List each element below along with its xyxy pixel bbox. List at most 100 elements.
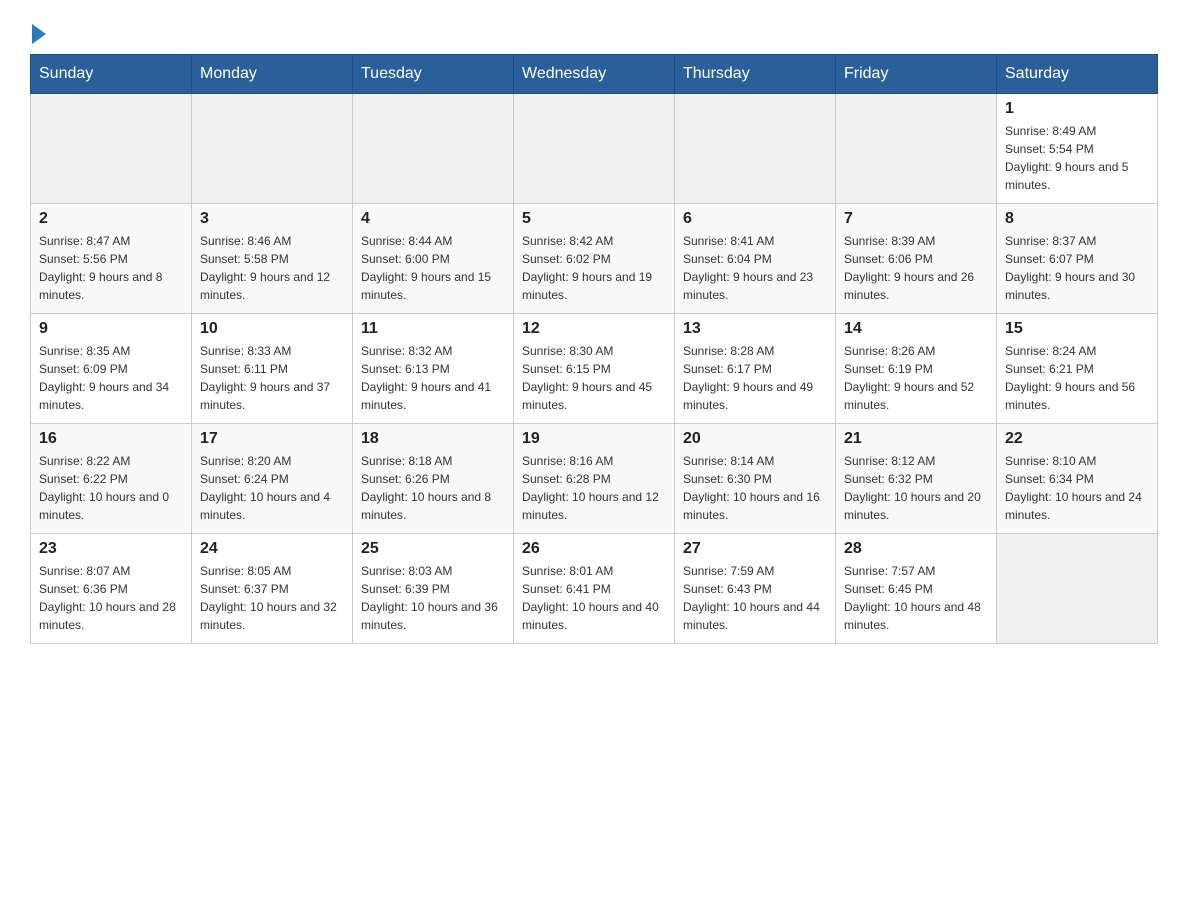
day-number: 2 xyxy=(39,210,183,228)
day-info-text: Daylight: 9 hours and 56 minutes. xyxy=(1005,378,1149,414)
calendar-cell xyxy=(997,534,1158,644)
calendar-cell: 4Sunrise: 8:44 AMSunset: 6:00 PMDaylight… xyxy=(353,204,514,314)
day-number: 12 xyxy=(522,320,666,338)
calendar-header-wednesday: Wednesday xyxy=(514,55,675,94)
day-number: 14 xyxy=(844,320,988,338)
day-number: 17 xyxy=(200,430,344,448)
day-number: 15 xyxy=(1005,320,1149,338)
calendar-cell: 11Sunrise: 8:32 AMSunset: 6:13 PMDayligh… xyxy=(353,314,514,424)
calendar-week-row: 9Sunrise: 8:35 AMSunset: 6:09 PMDaylight… xyxy=(31,314,1158,424)
day-info-text: Sunrise: 8:44 AM xyxy=(361,232,505,250)
day-number: 7 xyxy=(844,210,988,228)
day-number: 24 xyxy=(200,540,344,558)
day-info-text: Sunrise: 8:47 AM xyxy=(39,232,183,250)
calendar-header-row: SundayMondayTuesdayWednesdayThursdayFrid… xyxy=(31,55,1158,94)
calendar-cell: 10Sunrise: 8:33 AMSunset: 6:11 PMDayligh… xyxy=(192,314,353,424)
day-info-text: Sunset: 5:56 PM xyxy=(39,250,183,268)
day-info-text: Daylight: 10 hours and 40 minutes. xyxy=(522,598,666,634)
day-info-text: Daylight: 10 hours and 8 minutes. xyxy=(361,488,505,524)
day-number: 8 xyxy=(1005,210,1149,228)
day-number: 1 xyxy=(1005,100,1149,118)
calendar-cell: 18Sunrise: 8:18 AMSunset: 6:26 PMDayligh… xyxy=(353,424,514,534)
day-info-text: Sunset: 6:15 PM xyxy=(522,360,666,378)
day-info-text: Sunset: 6:04 PM xyxy=(683,250,827,268)
calendar-cell: 17Sunrise: 8:20 AMSunset: 6:24 PMDayligh… xyxy=(192,424,353,534)
day-info-text: Daylight: 9 hours and 30 minutes. xyxy=(1005,268,1149,304)
calendar-cell: 3Sunrise: 8:46 AMSunset: 5:58 PMDaylight… xyxy=(192,204,353,314)
day-info-text: Sunrise: 8:20 AM xyxy=(200,452,344,470)
day-info-text: Daylight: 9 hours and 49 minutes. xyxy=(683,378,827,414)
day-info-text: Sunset: 6:41 PM xyxy=(522,580,666,598)
day-info-text: Daylight: 9 hours and 15 minutes. xyxy=(361,268,505,304)
day-info-text: Sunrise: 8:33 AM xyxy=(200,342,344,360)
day-number: 9 xyxy=(39,320,183,338)
day-number: 28 xyxy=(844,540,988,558)
day-info-text: Sunset: 6:22 PM xyxy=(39,470,183,488)
day-info-text: Sunset: 6:34 PM xyxy=(1005,470,1149,488)
calendar-cell: 21Sunrise: 8:12 AMSunset: 6:32 PMDayligh… xyxy=(836,424,997,534)
day-info-text: Daylight: 10 hours and 0 minutes. xyxy=(39,488,183,524)
calendar-cell: 27Sunrise: 7:59 AMSunset: 6:43 PMDayligh… xyxy=(675,534,836,644)
calendar-cell: 25Sunrise: 8:03 AMSunset: 6:39 PMDayligh… xyxy=(353,534,514,644)
calendar-header-thursday: Thursday xyxy=(675,55,836,94)
day-info-text: Daylight: 10 hours and 12 minutes. xyxy=(522,488,666,524)
day-number: 27 xyxy=(683,540,827,558)
day-info-text: Daylight: 9 hours and 45 minutes. xyxy=(522,378,666,414)
day-info-text: Daylight: 10 hours and 24 minutes. xyxy=(1005,488,1149,524)
day-number: 5 xyxy=(522,210,666,228)
calendar-cell xyxy=(836,94,997,204)
day-info-text: Sunset: 6:28 PM xyxy=(522,470,666,488)
day-info-text: Sunset: 6:37 PM xyxy=(200,580,344,598)
calendar-header-monday: Monday xyxy=(192,55,353,94)
day-info-text: Daylight: 10 hours and 44 minutes. xyxy=(683,598,827,634)
day-info-text: Sunrise: 8:32 AM xyxy=(361,342,505,360)
calendar-week-row: 16Sunrise: 8:22 AMSunset: 6:22 PMDayligh… xyxy=(31,424,1158,534)
logo-arrow-icon xyxy=(32,24,46,44)
calendar-cell xyxy=(353,94,514,204)
day-info-text: Sunrise: 8:46 AM xyxy=(200,232,344,250)
day-info-text: Sunset: 6:07 PM xyxy=(1005,250,1149,268)
day-info-text: Sunset: 6:43 PM xyxy=(683,580,827,598)
day-info-text: Sunset: 6:26 PM xyxy=(361,470,505,488)
day-info-text: Daylight: 9 hours and 19 minutes. xyxy=(522,268,666,304)
day-info-text: Sunrise: 8:37 AM xyxy=(1005,232,1149,250)
day-info-text: Sunrise: 8:16 AM xyxy=(522,452,666,470)
calendar-cell: 28Sunrise: 7:57 AMSunset: 6:45 PMDayligh… xyxy=(836,534,997,644)
calendar-cell: 8 Sunrise: 8:37 AMSunset: 6:07 PMDaylight… xyxy=(997,204,1158,314)
day-number: 11 xyxy=(361,320,505,338)
calendar-header-friday: Friday xyxy=(836,55,997,94)
day-info-text: Daylight: 9 hours and 34 minutes. xyxy=(39,378,183,414)
page-header xyxy=(30,20,1158,44)
calendar-header-sunday: Sunday xyxy=(31,55,192,94)
calendar-cell xyxy=(514,94,675,204)
day-info-text: Sunset: 6:45 PM xyxy=(844,580,988,598)
day-info-text: Daylight: 10 hours and 48 minutes. xyxy=(844,598,988,634)
day-info-text: Daylight: 9 hours and 8 minutes. xyxy=(39,268,183,304)
day-info-text: Sunset: 6:09 PM xyxy=(39,360,183,378)
day-info-text: Sunrise: 8:14 AM xyxy=(683,452,827,470)
day-info-text: Daylight: 10 hours and 20 minutes. xyxy=(844,488,988,524)
day-info-text: Daylight: 9 hours and 52 minutes. xyxy=(844,378,988,414)
day-number: 20 xyxy=(683,430,827,448)
day-info-text: Daylight: 10 hours and 32 minutes. xyxy=(200,598,344,634)
calendar-cell: 9 Sunrise: 8:35 AMSunset: 6:09 PMDaylight… xyxy=(31,314,192,424)
day-info-text: Sunrise: 8:35 AM xyxy=(39,342,183,360)
calendar-cell: 5Sunrise: 8:42 AMSunset: 6:02 PMDaylight… xyxy=(514,204,675,314)
calendar-cell: 2 Sunrise: 8:47 AMSunset: 5:56 PMDaylight… xyxy=(31,204,192,314)
day-number: 19 xyxy=(522,430,666,448)
day-info-text: Sunset: 5:58 PM xyxy=(200,250,344,268)
calendar-cell xyxy=(675,94,836,204)
day-number: 25 xyxy=(361,540,505,558)
day-info-text: Daylight: 9 hours and 26 minutes. xyxy=(844,268,988,304)
day-number: 16 xyxy=(39,430,183,448)
day-info-text: Sunrise: 8:10 AM xyxy=(1005,452,1149,470)
calendar-cell xyxy=(192,94,353,204)
day-info-text: Sunrise: 8:05 AM xyxy=(200,562,344,580)
calendar-cell: 24 Sunrise: 8:05 AMSunset: 6:37 PMDayligh… xyxy=(192,534,353,644)
day-info-text: Sunrise: 8:12 AM xyxy=(844,452,988,470)
day-info-text: Sunrise: 8:07 AM xyxy=(39,562,183,580)
day-info-text: Daylight: 9 hours and 37 minutes. xyxy=(200,378,344,414)
day-info-text: Sunrise: 8:18 AM xyxy=(361,452,505,470)
calendar-cell: 19 Sunrise: 8:16 AMSunset: 6:28 PMDayligh… xyxy=(514,424,675,534)
day-info-text: Sunrise: 8:28 AM xyxy=(683,342,827,360)
